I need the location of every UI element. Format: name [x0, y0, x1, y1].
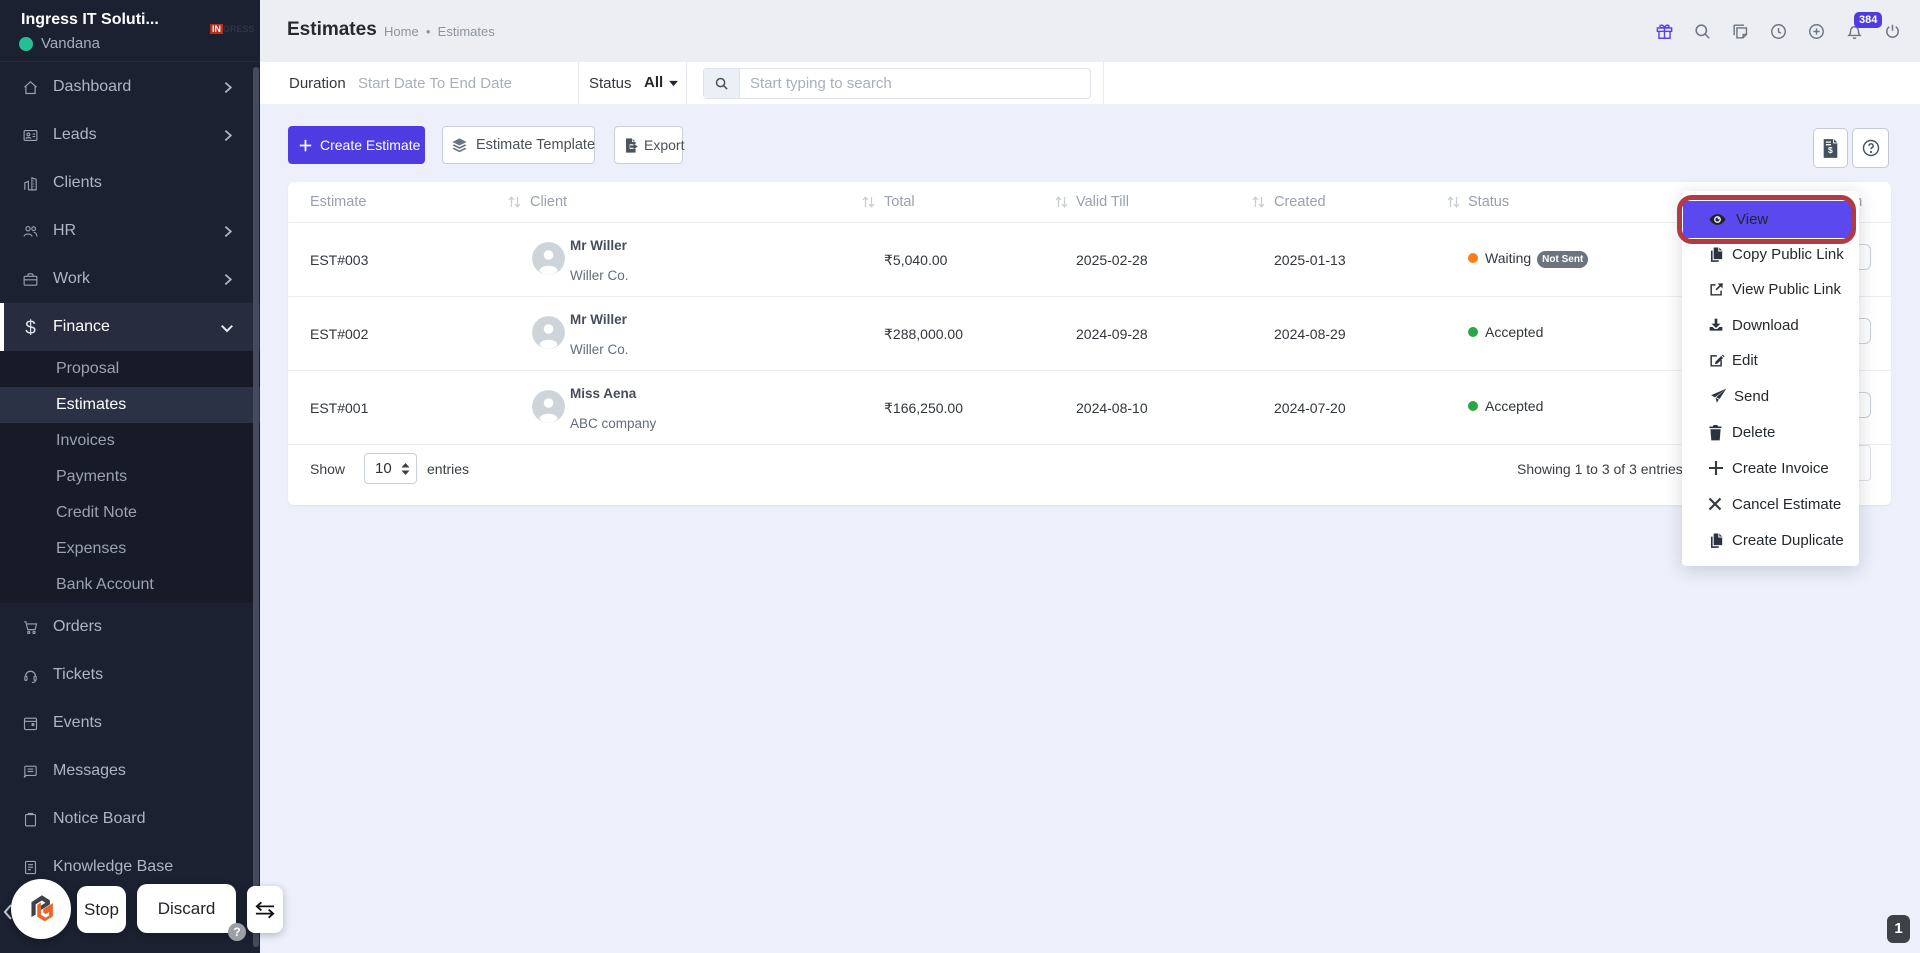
svg-text:$: $ — [1828, 145, 1833, 155]
